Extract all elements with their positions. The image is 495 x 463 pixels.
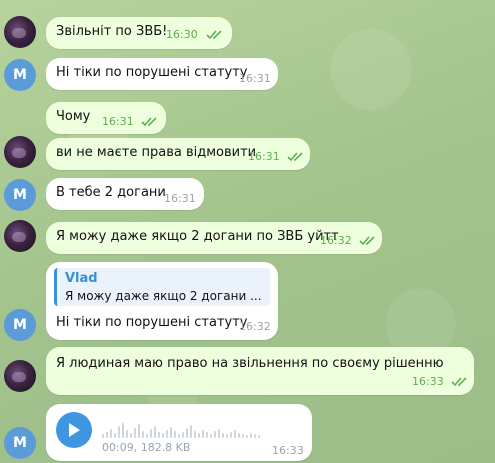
avatar[interactable]: M xyxy=(4,427,36,459)
message-bubble[interactable]: В тебе 2 догани 16:31 xyxy=(46,178,204,210)
waveform-bar xyxy=(150,429,152,438)
avatar[interactable] xyxy=(4,136,36,168)
waveform-bar xyxy=(170,427,172,438)
message-time: 16:33 xyxy=(412,375,444,388)
voice-meta: 00:09, 182.8 KB xyxy=(102,441,191,454)
waveform-bar xyxy=(194,431,196,438)
waveform-bar xyxy=(162,433,164,438)
reply-text: Я можу даже якщо 2 догани ... xyxy=(65,289,262,303)
waveform-bar xyxy=(102,434,104,438)
message-bubble[interactable]: ви не маєте права відмовити 16:31 xyxy=(46,138,310,170)
message-bubble[interactable]: Звільніт по ЗВБ! 16:30 xyxy=(46,17,232,49)
voice-waveform[interactable] xyxy=(102,418,262,438)
waveform-bar xyxy=(158,432,160,438)
waveform-bar xyxy=(134,428,136,438)
message-text: Чому xyxy=(56,109,91,124)
message-text: Звільніт по ЗВБ! xyxy=(56,24,168,39)
waveform-bar xyxy=(250,433,252,438)
waveform-bar xyxy=(218,429,220,438)
waveform-bar xyxy=(126,430,128,438)
message-bubble[interactable]: Я людиная маю право на звільнення по сво… xyxy=(46,347,474,395)
message-time: 16:30 xyxy=(166,28,198,41)
waveform-bar xyxy=(226,434,228,438)
play-button[interactable] xyxy=(56,412,92,448)
double-check-icon xyxy=(206,30,224,40)
message-time: 16:31 xyxy=(102,115,134,128)
message-text: В тебе 2 догани xyxy=(56,185,166,200)
waveform-bar xyxy=(206,432,208,438)
message-time: 16:33 xyxy=(272,444,304,457)
reply-quote[interactable]: Vlad Я можу даже якщо 2 догани ... xyxy=(54,268,270,306)
waveform-bar xyxy=(230,432,232,438)
avatar[interactable]: M xyxy=(4,309,36,341)
waveform-bar xyxy=(146,434,148,438)
message-time: 16:32 xyxy=(320,234,352,247)
waveform-bar xyxy=(242,434,244,438)
message-bubble[interactable]: Чому 16:31 xyxy=(46,102,166,134)
waveform-bar xyxy=(174,431,176,438)
waveform-bar xyxy=(246,435,248,438)
avatar[interactable]: M xyxy=(4,179,36,211)
waveform-bar xyxy=(210,434,212,438)
waveform-bar xyxy=(142,431,144,438)
message-text: Ні тіки по порушені статуту xyxy=(56,315,248,330)
waveform-bar xyxy=(190,425,192,438)
message-text: ви не маєте права відмовити xyxy=(56,145,257,160)
waveform-bar xyxy=(234,430,236,438)
play-icon xyxy=(69,423,80,437)
message-time: 16:31 xyxy=(248,150,280,163)
double-check-icon xyxy=(287,152,305,162)
waveform-bar xyxy=(202,430,204,438)
voice-message-bubble[interactable]: 00:09, 182.8 KB 16:33 xyxy=(46,404,312,461)
message-time: 16:31 xyxy=(164,192,196,205)
message-time: 16:31 xyxy=(239,72,271,85)
waveform-bar xyxy=(110,429,112,438)
avatar[interactable] xyxy=(4,16,36,48)
waveform-bar xyxy=(238,433,240,438)
waveform-bar xyxy=(198,433,200,438)
waveform-bar xyxy=(114,433,116,438)
waveform-bar xyxy=(106,432,108,438)
message-time: 16:32 xyxy=(239,320,271,333)
message-text: Ні тіки по порушені статуту xyxy=(56,65,248,80)
message-bubble[interactable]: Ні тіки по порушені статуту 16:31 xyxy=(46,58,278,90)
waveform-bar xyxy=(122,423,124,438)
double-check-icon xyxy=(359,236,377,246)
waveform-bar xyxy=(258,435,260,438)
waveform-bar xyxy=(186,428,188,438)
waveform-bar xyxy=(222,433,224,438)
waveform-bar xyxy=(138,424,140,438)
double-check-icon xyxy=(141,117,159,127)
avatar[interactable] xyxy=(4,360,36,392)
waveform-bar xyxy=(214,431,216,438)
message-bubble[interactable]: Я можу даже якщо 2 догани по ЗВБ уйтт 16… xyxy=(46,222,382,254)
message-text: Я людиная маю право на звільнення по сво… xyxy=(56,356,444,371)
waveform-bar xyxy=(178,434,180,438)
waveform-bar xyxy=(130,433,132,438)
reply-author: Vlad xyxy=(65,271,98,286)
avatar[interactable] xyxy=(4,220,36,252)
waveform-bar xyxy=(166,430,168,438)
waveform-bar xyxy=(154,426,156,438)
double-check-icon xyxy=(451,377,469,387)
message-text: Я можу даже якщо 2 догани по ЗВБ уйтт xyxy=(56,229,339,244)
avatar[interactable]: M xyxy=(4,59,36,91)
waveform-bar xyxy=(182,432,184,438)
message-bubble[interactable]: Vlad Я можу даже якщо 2 догани ... Ні ті… xyxy=(46,262,278,340)
waveform-bar xyxy=(254,434,256,438)
waveform-bar xyxy=(118,426,120,438)
